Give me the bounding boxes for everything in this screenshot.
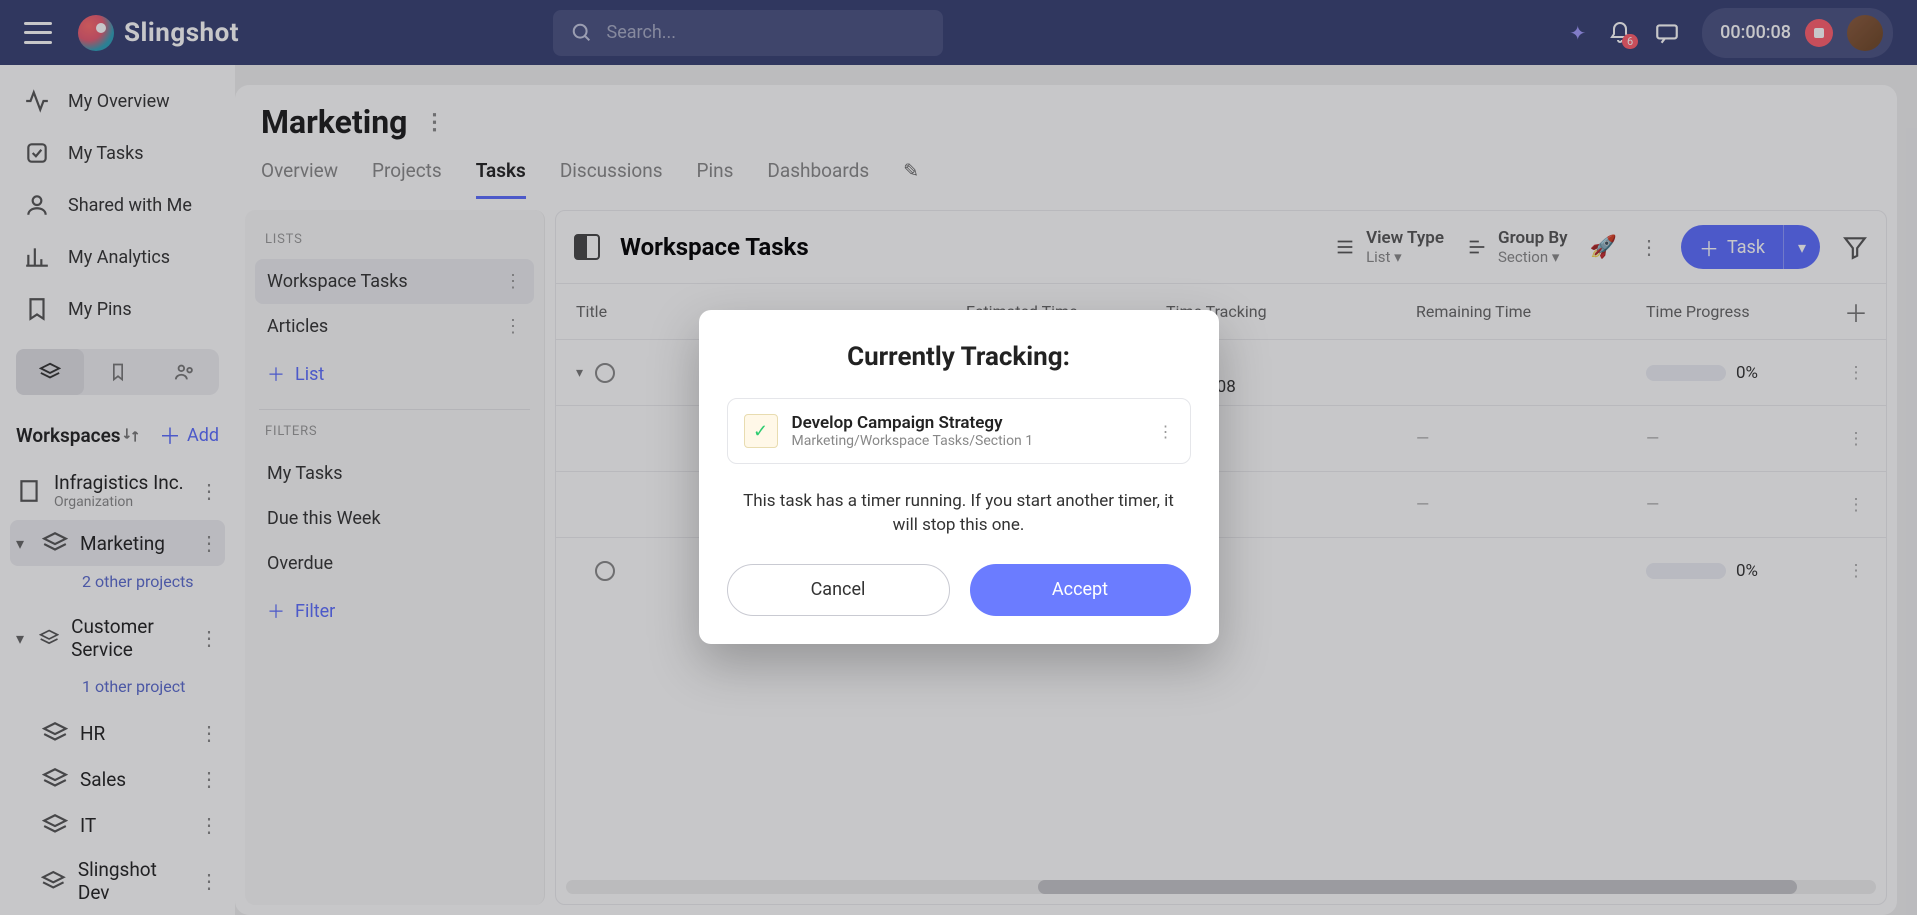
more-icon[interactable]: ⋮ xyxy=(1158,422,1174,441)
modal-task-card[interactable]: ✓ Develop Campaign Strategy Marketing/Wo… xyxy=(727,398,1191,464)
modal-task-name: Develop Campaign Strategy xyxy=(792,413,1034,433)
clipboard-check-icon: ✓ xyxy=(744,414,778,448)
modal-task-path: Marketing/Workspace Tasks/Section 1 xyxy=(792,433,1034,449)
modal-overlay[interactable]: Currently Tracking: ✓ Develop Campaign S… xyxy=(0,0,1917,915)
modal-message: This task has a timer running. If you st… xyxy=(737,490,1181,538)
cancel-button[interactable]: Cancel xyxy=(727,564,950,616)
accept-button[interactable]: Accept xyxy=(970,564,1191,616)
tracking-modal: Currently Tracking: ✓ Develop Campaign S… xyxy=(699,310,1219,644)
modal-heading: Currently Tracking: xyxy=(727,342,1191,372)
